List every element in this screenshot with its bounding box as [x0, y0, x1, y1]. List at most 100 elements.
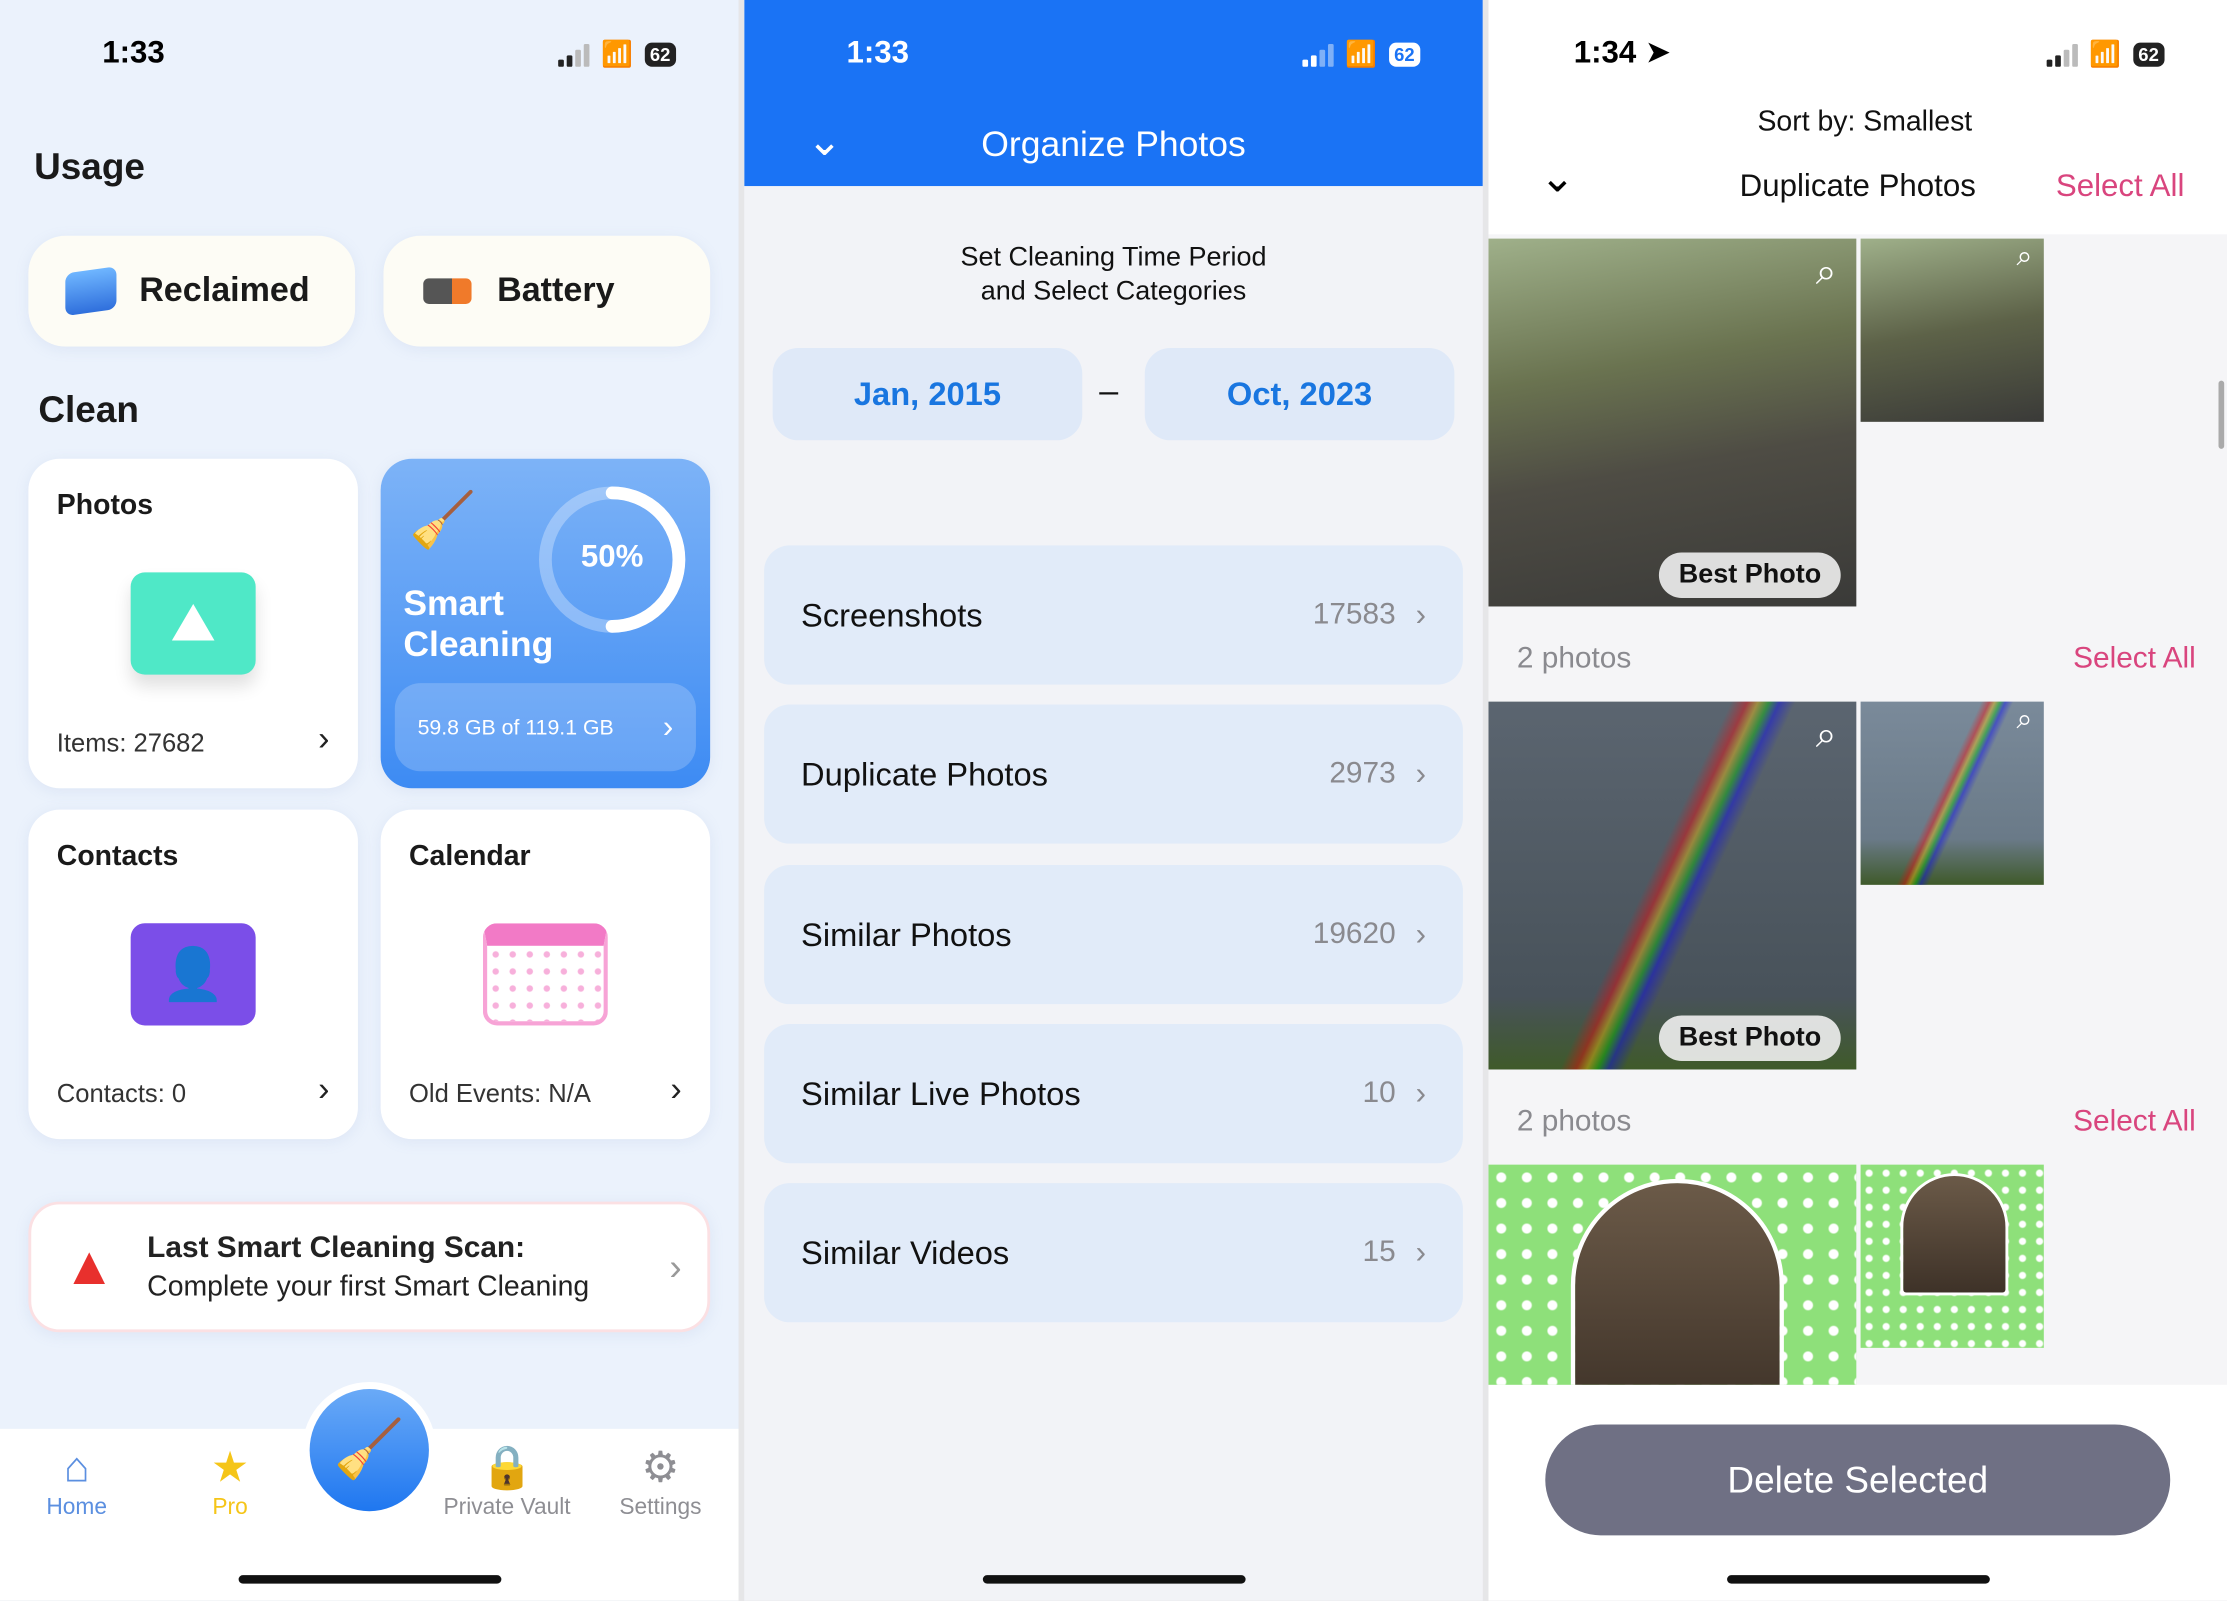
chevron-right-icon: ›	[1415, 916, 1426, 952]
reclaimed-button[interactable]: Reclaimed	[28, 235, 356, 347]
photo-thumbnail[interactable]: ⌕	[1860, 238, 2044, 422]
category-row[interactable]: Duplicate Photos 2973 ›	[764, 704, 1463, 844]
zoom-icon[interactable]: ⌕	[2017, 704, 2033, 737]
wifi-icon: 📶	[600, 39, 633, 69]
clean-fab-button[interactable]: 🧹	[309, 1389, 429, 1512]
battery-button[interactable]: Battery	[383, 235, 711, 347]
group-count: 2 photos	[1516, 1104, 1632, 1138]
tab-label: Pro	[212, 1495, 248, 1520]
chevron-right-icon: ›	[662, 708, 674, 745]
home-indicator	[1727, 1575, 1990, 1584]
zoom-icon[interactable]: ⌕	[1816, 250, 1837, 295]
gear-icon: ⚙	[641, 1444, 680, 1492]
home-indicator	[982, 1575, 1246, 1584]
category-count: 19620	[1312, 917, 1396, 951]
broom-icon: 🧹	[409, 491, 477, 552]
signal-icon	[558, 43, 590, 67]
battery-indicator: 62	[644, 42, 677, 67]
battery-indicator: 62	[1388, 42, 1421, 67]
group-select-all[interactable]: Select All	[2073, 642, 2196, 676]
tab-pro[interactable]: ★ Pro	[166, 1442, 294, 1522]
home-screen: 1:33 📶 62 Usage Reclaimed Battery Clean …	[0, 0, 739, 1601]
last-scan-banner[interactable]: ▲ Last Smart Cleaning Scan: Complete you…	[28, 1201, 711, 1333]
tab-private-vault[interactable]: 🔒 Private Vault	[429, 1442, 585, 1522]
category-count: 2973	[1329, 757, 1396, 790]
status-icons: 📶 62	[558, 39, 677, 70]
select-all-button[interactable]: Select All	[2056, 168, 2185, 205]
storage-text: 59.8 GB of 119.1 GB	[417, 715, 614, 740]
chevron-right-icon: ›	[1415, 1234, 1426, 1270]
category-row[interactable]: Similar Videos 15 ›	[764, 1183, 1463, 1323]
home-indicator	[238, 1575, 502, 1584]
contacts-count: Contacts: 0	[56, 1079, 187, 1108]
best-photo-badge: Best Photo	[1658, 1015, 1842, 1061]
category-row[interactable]: Screenshots 17583 ›	[764, 545, 1463, 685]
status-time: 1:33	[102, 34, 165, 70]
photo-thumbnail[interactable]	[1488, 1164, 1857, 1385]
tab-label: Home	[46, 1495, 108, 1520]
delete-selected-button[interactable]: Delete Selected	[1545, 1424, 2171, 1536]
photo-thumbnail[interactable]: ⌕	[1860, 701, 2044, 885]
home-icon: ⌂	[63, 1444, 90, 1492]
category-label: Screenshots	[801, 595, 983, 633]
smart-title: Smart Cleaning	[403, 584, 553, 666]
lock-icon: 🔒	[480, 1444, 534, 1492]
smart-percent: 50%	[580, 538, 644, 574]
storage-button[interactable]: 59.8 GB of 119.1 GB ›	[394, 683, 696, 772]
signal-icon	[1302, 43, 1334, 67]
photo-thumbnail[interactable]: ⌕ Best Photo	[1488, 238, 1857, 607]
photo-thumbnail[interactable]: ⌕ Best Photo	[1488, 701, 1857, 1070]
category-row[interactable]: Similar Photos 19620 ›	[764, 864, 1463, 1005]
calendar-icon	[482, 923, 608, 1026]
battery-icon	[423, 278, 472, 304]
calendar-card[interactable]: Calendar Old Events: N/A ›	[380, 809, 711, 1140]
category-count: 15	[1362, 1235, 1396, 1269]
status-icons: 📶 62	[1302, 40, 1421, 70]
scan-title: Last Smart Cleaning Scan:	[147, 1230, 526, 1264]
category-count: 17583	[1312, 597, 1396, 631]
duplicate-photos-screen: 1:34 ➤ 📶 62 Sort by: Smallest ⌄ Duplicat…	[1488, 0, 2227, 1601]
chevron-right-icon: ›	[670, 1070, 682, 1110]
instruction-line1: Set Cleaning Time Period	[960, 242, 1267, 273]
contacts-card[interactable]: Contacts 👤 Contacts: 0 ›	[28, 809, 358, 1140]
contacts-title: Contacts	[56, 840, 179, 873]
location-arrow-icon: ➤	[1644, 34, 1671, 70]
layers-icon	[65, 266, 117, 317]
category-count: 10	[1362, 1076, 1396, 1110]
tab-label: Settings	[619, 1495, 702, 1520]
photos-count: Items: 27682	[56, 728, 205, 758]
tab-home[interactable]: ⌂ Home	[13, 1442, 141, 1522]
battery-indicator: 62	[2132, 42, 2165, 67]
chevron-right-icon: ›	[669, 1244, 682, 1288]
reclaimed-label: Reclaimed	[139, 271, 310, 310]
chevron-right-icon: ›	[1415, 596, 1426, 633]
photo-folder-icon: ⛰	[130, 572, 256, 675]
start-date-picker[interactable]: Jan, 2015	[772, 347, 1083, 441]
signal-icon	[2046, 43, 2079, 67]
status-time: 1:33	[846, 34, 910, 70]
status-time: 1:34	[1573, 34, 1637, 70]
contact-card-icon: 👤	[130, 923, 256, 1026]
zoom-icon[interactable]: ⌕	[1816, 713, 1837, 758]
category-row[interactable]: Similar Live Photos 10 ›	[764, 1024, 1463, 1164]
photos-card[interactable]: Photos ⛰ Items: 27682 ›	[28, 458, 358, 789]
group-count: 2 photos	[1516, 641, 1632, 675]
zoom-icon[interactable]: ⌕	[2017, 241, 2033, 274]
battery-label: Battery	[497, 271, 615, 310]
tab-label: Private Vault	[443, 1495, 571, 1520]
photo-thumbnail[interactable]	[1860, 1164, 2044, 1348]
end-date-picker[interactable]: Oct, 2023	[1144, 347, 1455, 441]
chevron-right-icon: ›	[1415, 755, 1426, 792]
old-events-count: Old Events: N/A	[409, 1079, 591, 1108]
chevron-right-icon: ›	[318, 720, 330, 759]
instruction-line2: and Select Categories	[980, 276, 1247, 307]
smart-cleaning-card[interactable]: 🧹 50% Smart Cleaning 59.8 GB of 119.1 GB …	[380, 458, 711, 789]
wifi-icon: 📶	[2089, 39, 2122, 69]
tab-settings[interactable]: ⚙ Settings	[597, 1442, 725, 1522]
category-label: Similar Live Photos	[801, 1074, 1081, 1112]
sort-selector[interactable]: Sort by: Smallest	[1488, 107, 2227, 140]
smart-title-line1: Smart	[403, 583, 505, 624]
chevron-right-icon: ›	[1415, 1075, 1426, 1111]
scrollbar[interactable]	[2218, 380, 2225, 449]
group-select-all[interactable]: Select All	[2073, 1105, 2196, 1139]
